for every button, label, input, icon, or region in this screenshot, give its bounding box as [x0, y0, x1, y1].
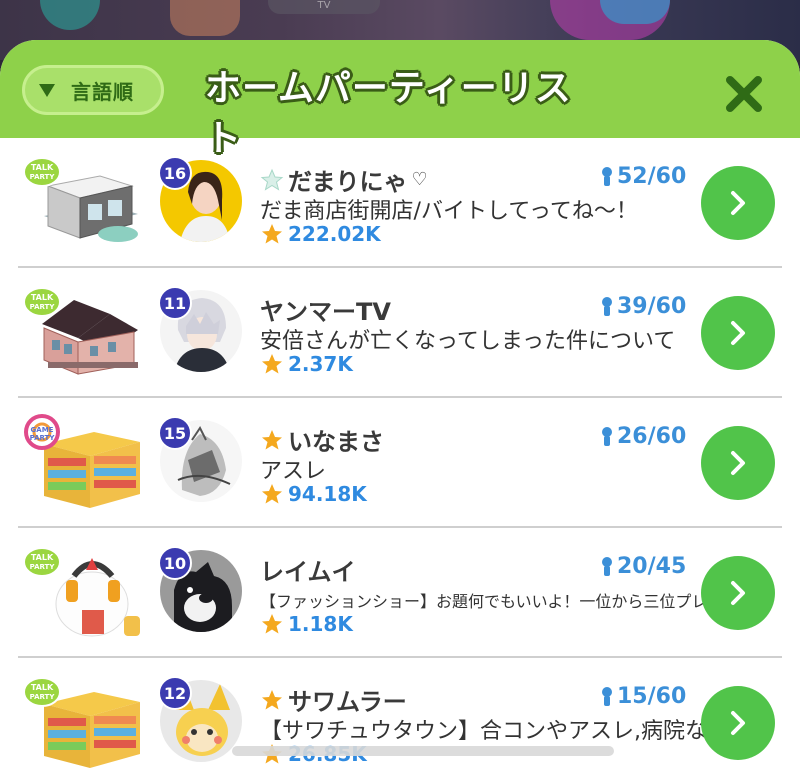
- rating-value: 94.18K: [288, 482, 367, 506]
- home-party-list-panel: 言語順 ホームパーティーリスト TALK PARTY 16 だまりにゃ ♡ だま…: [0, 40, 800, 773]
- person-icon: [602, 296, 612, 316]
- host-name-text: レイムイ: [260, 558, 356, 586]
- svg-text:PARTY: PARTY: [30, 563, 56, 571]
- host-name: ヤンマーTV: [260, 292, 391, 327]
- participant-count: 20/45: [600, 554, 686, 579]
- person-icon: [602, 166, 612, 186]
- panel-header: 言語順 ホームパーティーリスト: [0, 40, 800, 159]
- level-badge: 11: [158, 286, 192, 320]
- level-badge: 12: [158, 676, 192, 710]
- level-badge: 15: [158, 416, 192, 450]
- sort-language-button[interactable]: 言語順: [22, 65, 164, 115]
- star-outline-icon: [260, 168, 284, 191]
- host-name-suffix: ♡: [411, 169, 428, 190]
- level-badge: 16: [158, 156, 192, 190]
- star-icon: [262, 484, 282, 504]
- person-icon: [602, 556, 612, 576]
- party-room-row[interactable]: TALK PARTY 16 だまりにゃ♡ だま商店街開店/バイトしてってね～！: [0, 138, 800, 268]
- host-name: いなまさ: [260, 422, 384, 457]
- host-avatar[interactable]: 15: [158, 416, 242, 502]
- participant-count: 15/60: [600, 684, 686, 709]
- host-name-text: ヤンマーTV: [260, 298, 391, 326]
- background-label-text: TV: [317, 0, 331, 11]
- rating-value: 2.37K: [288, 352, 353, 376]
- enter-room-button[interactable]: [701, 166, 775, 240]
- enter-room-button[interactable]: [701, 556, 775, 630]
- participant-count-value: 20/45: [617, 554, 687, 579]
- level-badge: 10: [158, 546, 192, 580]
- star-icon: [262, 224, 282, 244]
- svg-text:GAME: GAME: [31, 426, 54, 434]
- enter-room-button[interactable]: [701, 426, 775, 500]
- host-avatar[interactable]: 12: [158, 676, 242, 762]
- talk-party-badge-icon: TALK PARTY: [23, 677, 61, 707]
- star-icon: [262, 614, 282, 634]
- star-gold-icon: [262, 429, 282, 449]
- page-title: ホームパーティーリスト: [205, 68, 572, 159]
- enter-room-button[interactable]: [701, 686, 775, 760]
- person-icon: [602, 686, 612, 706]
- svg-text:PARTY: PARTY: [30, 434, 56, 442]
- participant-count-value: 15/60: [617, 684, 687, 709]
- party-room-row[interactable]: GAME PARTY 15 いなまさ アスレ 94.18K 26/60: [0, 398, 800, 528]
- host-name: だまりにゃ ♡: [260, 162, 428, 197]
- chevron-right-icon: [731, 581, 745, 605]
- chevron-right-icon: [731, 451, 745, 475]
- svg-text:TALK: TALK: [31, 683, 54, 692]
- svg-text:PARTY: PARTY: [30, 173, 56, 181]
- party-room-row[interactable]: TALK PARTY 11 ヤンマーTV 安倍さんが亡くなってしまった件について: [0, 268, 800, 398]
- host-name-text: サワムラー: [288, 688, 407, 716]
- horizontal-scrollbar[interactable]: [232, 746, 614, 756]
- room-rating: 2.37K: [260, 352, 353, 376]
- person-icon: [602, 426, 612, 446]
- close-x-icon: [726, 76, 762, 112]
- room-description: 安倍さんが亡くなってしまった件について: [260, 329, 676, 354]
- participant-count-value: 52/60: [617, 164, 687, 189]
- svg-text:TALK: TALK: [31, 553, 54, 562]
- close-button[interactable]: [718, 68, 770, 120]
- star-gold-icon: [262, 689, 282, 709]
- svg-text:TALK: TALK: [31, 293, 54, 302]
- background-label: TV: [268, 0, 380, 14]
- star-icon: [262, 354, 282, 374]
- background-decoration: [170, 0, 240, 36]
- host-name-text: だまりにゃ: [288, 168, 408, 196]
- svg-text:PARTY: PARTY: [30, 303, 56, 311]
- participant-count-value: 26/60: [617, 424, 687, 449]
- room-rating: 1.18K: [260, 612, 353, 636]
- room-description: だま商店街開店/バイトしてってね～！: [260, 199, 638, 224]
- sort-button-label: 言語順: [71, 79, 134, 104]
- rating-value: 1.18K: [288, 612, 353, 636]
- host-avatar[interactable]: 11: [158, 286, 242, 372]
- participant-count: 39/60: [600, 294, 686, 319]
- participant-count: 52/60: [600, 164, 686, 189]
- room-rating: 222.02K: [260, 222, 381, 246]
- background-decoration: [40, 0, 100, 30]
- room-description: 【サワチュウタウン】合コンやアスレ,病院など！: [260, 719, 751, 744]
- game-party-badge-icon: GAME PARTY: [24, 414, 60, 450]
- room-description: 【ファッションショー】お題何でもいいよ！一位から三位プレ！: [260, 592, 724, 611]
- participant-count-value: 39/60: [617, 294, 687, 319]
- svg-text:PARTY: PARTY: [30, 693, 56, 701]
- participant-count: 26/60: [600, 424, 686, 449]
- triangle-down-icon: [39, 83, 55, 97]
- room-description: アスレ: [260, 459, 327, 484]
- host-name: レイムイ: [260, 552, 356, 587]
- party-room-list: TALK PARTY 16 だまりにゃ♡ だま商店街開店/バイトしてってね～！: [0, 138, 800, 773]
- chevron-right-icon: [731, 711, 745, 735]
- host-name: サワムラー: [260, 682, 407, 717]
- talk-party-badge-icon: TALK PARTY: [23, 157, 61, 187]
- party-room-row[interactable]: TALK PARTY 10 レイムイ 【ファッションショー】お題何でもいいよ！一…: [0, 528, 800, 658]
- rating-value: 222.02K: [288, 222, 381, 246]
- svg-text:TALK: TALK: [31, 163, 54, 172]
- host-avatar[interactable]: 16: [158, 156, 242, 242]
- room-rating: 94.18K: [260, 482, 367, 506]
- enter-room-button[interactable]: [701, 296, 775, 370]
- talk-party-badge-icon: TALK PARTY: [23, 547, 61, 577]
- host-avatar[interactable]: 10: [158, 546, 242, 632]
- chevron-right-icon: [731, 321, 745, 345]
- host-name-text: いなまさ: [288, 428, 384, 456]
- chevron-right-icon: [731, 191, 745, 215]
- talk-party-badge-icon: TALK PARTY: [23, 287, 61, 317]
